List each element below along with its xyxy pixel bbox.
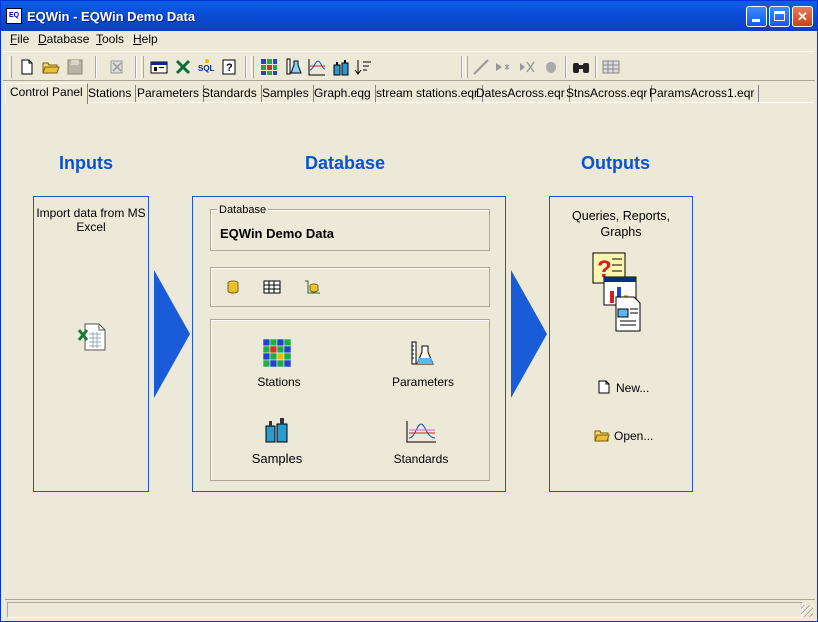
- hand-icon[interactable]: [541, 57, 561, 77]
- toolbar-separator: [595, 56, 597, 78]
- tab-parameters[interactable]: Parameters: [133, 85, 205, 103]
- sql-icon[interactable]: SQL: [197, 57, 217, 77]
- database-box: Database EQWin Demo Data Stations Parame…: [192, 196, 506, 492]
- outputs-box: Queries, Reports, Graphs ? New... Open..…: [549, 196, 693, 492]
- toolbar-separator: [565, 56, 567, 78]
- minimize-icon: [752, 19, 760, 22]
- tab-params-across[interactable]: ParamsAcross1.eqr: [645, 85, 760, 103]
- delete-icon[interactable]: [107, 57, 127, 77]
- delete-point-icon[interactable]: [517, 57, 537, 77]
- inputs-heading: Inputs: [59, 153, 113, 173]
- status-pane: [7, 602, 803, 618]
- close-icon: ✕: [797, 9, 808, 24]
- toolbar-separator: [245, 56, 247, 78]
- outputs-caption: Queries, Reports, Graphs: [572, 209, 670, 239]
- draw-line-icon[interactable]: [471, 57, 491, 77]
- outputs-heading: Outputs: [581, 153, 650, 173]
- tab-standards[interactable]: Standards: [198, 85, 262, 103]
- database-name: EQWin Demo Data: [220, 226, 335, 241]
- toolbar-grip[interactable]: [465, 56, 468, 78]
- reports-graphs-icon[interactable]: ?: [592, 251, 650, 333]
- maximize-icon: [774, 11, 785, 21]
- excel-icon[interactable]: [173, 57, 193, 77]
- database-group-label: Database: [217, 204, 269, 216]
- samples-bottles-icon[interactable]: [331, 57, 351, 77]
- tab-dates-across[interactable]: DatesAcross.eqr: [472, 85, 570, 103]
- minimize-button[interactable]: [746, 6, 767, 27]
- database-items: Stations Parameters Samples Standards: [210, 319, 490, 481]
- database-group: Database EQWin Demo Data: [210, 204, 490, 251]
- excel-import-icon[interactable]: [77, 322, 109, 352]
- outputs-arrow: [511, 270, 547, 398]
- binoculars-icon[interactable]: [571, 57, 591, 77]
- standards-icon[interactable]: [405, 420, 437, 444]
- standards-label[interactable]: Standards: [381, 452, 461, 466]
- tab-graph-eqg[interactable]: Graph.eqg: [310, 85, 376, 103]
- close-button[interactable]: ✕: [792, 6, 813, 27]
- inputs-arrow: [154, 270, 190, 398]
- stations-grid-icon[interactable]: [259, 57, 279, 77]
- resize-grip[interactable]: [801, 605, 813, 617]
- samples-icon[interactable]: [265, 416, 289, 444]
- toolbar-separator: [135, 56, 137, 78]
- menu-tools[interactable]: Tools: [96, 32, 124, 46]
- stations-icon[interactable]: [263, 339, 291, 367]
- sort-icon[interactable]: [353, 57, 373, 77]
- menu-bar: File Database Tools Help: [1, 31, 817, 50]
- status-bar: [5, 599, 815, 619]
- tab-strip: Control Panel Stations Parameters Standa…: [5, 83, 817, 104]
- parameters-label[interactable]: Parameters: [383, 375, 463, 389]
- menu-database[interactable]: Database: [38, 32, 89, 46]
- svg-text:SQL: SQL: [198, 64, 215, 73]
- menu-help[interactable]: Help: [133, 32, 158, 46]
- tab-panel-border: [5, 102, 813, 103]
- save-icon[interactable]: [65, 57, 85, 77]
- open-folder-icon[interactable]: [41, 57, 61, 77]
- tab-samples[interactable]: Samples: [258, 85, 314, 103]
- import-excel-label: Import data from MS Excel: [36, 206, 146, 234]
- database-heading: Database: [305, 153, 386, 173]
- tab-stations[interactable]: Stations: [84, 85, 137, 103]
- main-window: EQ EQWin - EQWin Demo Data ✕ File Databa…: [0, 0, 818, 622]
- tab-stream-stations[interactable]: stream stations.eqr: [372, 85, 484, 103]
- new-report-icon[interactable]: [598, 380, 610, 394]
- arrow-point-icon[interactable]: [493, 57, 513, 77]
- database-tools: [210, 267, 490, 307]
- toolbar-grip[interactable]: [251, 56, 254, 78]
- toolbar-separator: [95, 56, 97, 78]
- toolbar-grip[interactable]: [141, 56, 144, 78]
- open-report-icon[interactable]: [594, 429, 610, 442]
- svg-text:?: ?: [226, 62, 233, 74]
- database-table-icon[interactable]: [263, 279, 281, 295]
- query-help-icon[interactable]: ?: [219, 57, 239, 77]
- toolbar: SQL ?: [3, 51, 815, 81]
- maximize-button[interactable]: [769, 6, 790, 27]
- stations-label[interactable]: Stations: [239, 375, 319, 389]
- parameters-icon[interactable]: [409, 340, 435, 368]
- parameters-flask-icon[interactable]: [283, 57, 303, 77]
- toolbar-separator: [461, 56, 463, 78]
- report-icon[interactable]: [149, 57, 169, 77]
- title-bar[interactable]: EQ EQWin - EQWin Demo Data ✕: [1, 1, 817, 31]
- new-report-link[interactable]: New...: [616, 381, 649, 395]
- menu-file[interactable]: File: [10, 32, 29, 46]
- window-title: EQWin - EQWin Demo Data: [27, 9, 196, 24]
- table-icon[interactable]: [601, 57, 621, 77]
- new-file-icon[interactable]: [17, 57, 37, 77]
- samples-label[interactable]: Samples: [237, 451, 317, 466]
- open-report-link[interactable]: Open...: [614, 429, 653, 443]
- inputs-box: Import data from MS Excel: [33, 196, 149, 492]
- tab-control-panel[interactable]: Control Panel: [5, 83, 88, 104]
- toolbar-grip[interactable]: [9, 56, 12, 78]
- database-cylinder-icon[interactable]: [225, 279, 241, 295]
- tab-stns-across[interactable]: StnsAcross.eqr: [562, 85, 653, 103]
- database-properties-icon[interactable]: [303, 279, 321, 295]
- standards-chart-icon[interactable]: [307, 57, 327, 77]
- app-icon[interactable]: EQ: [6, 8, 22, 24]
